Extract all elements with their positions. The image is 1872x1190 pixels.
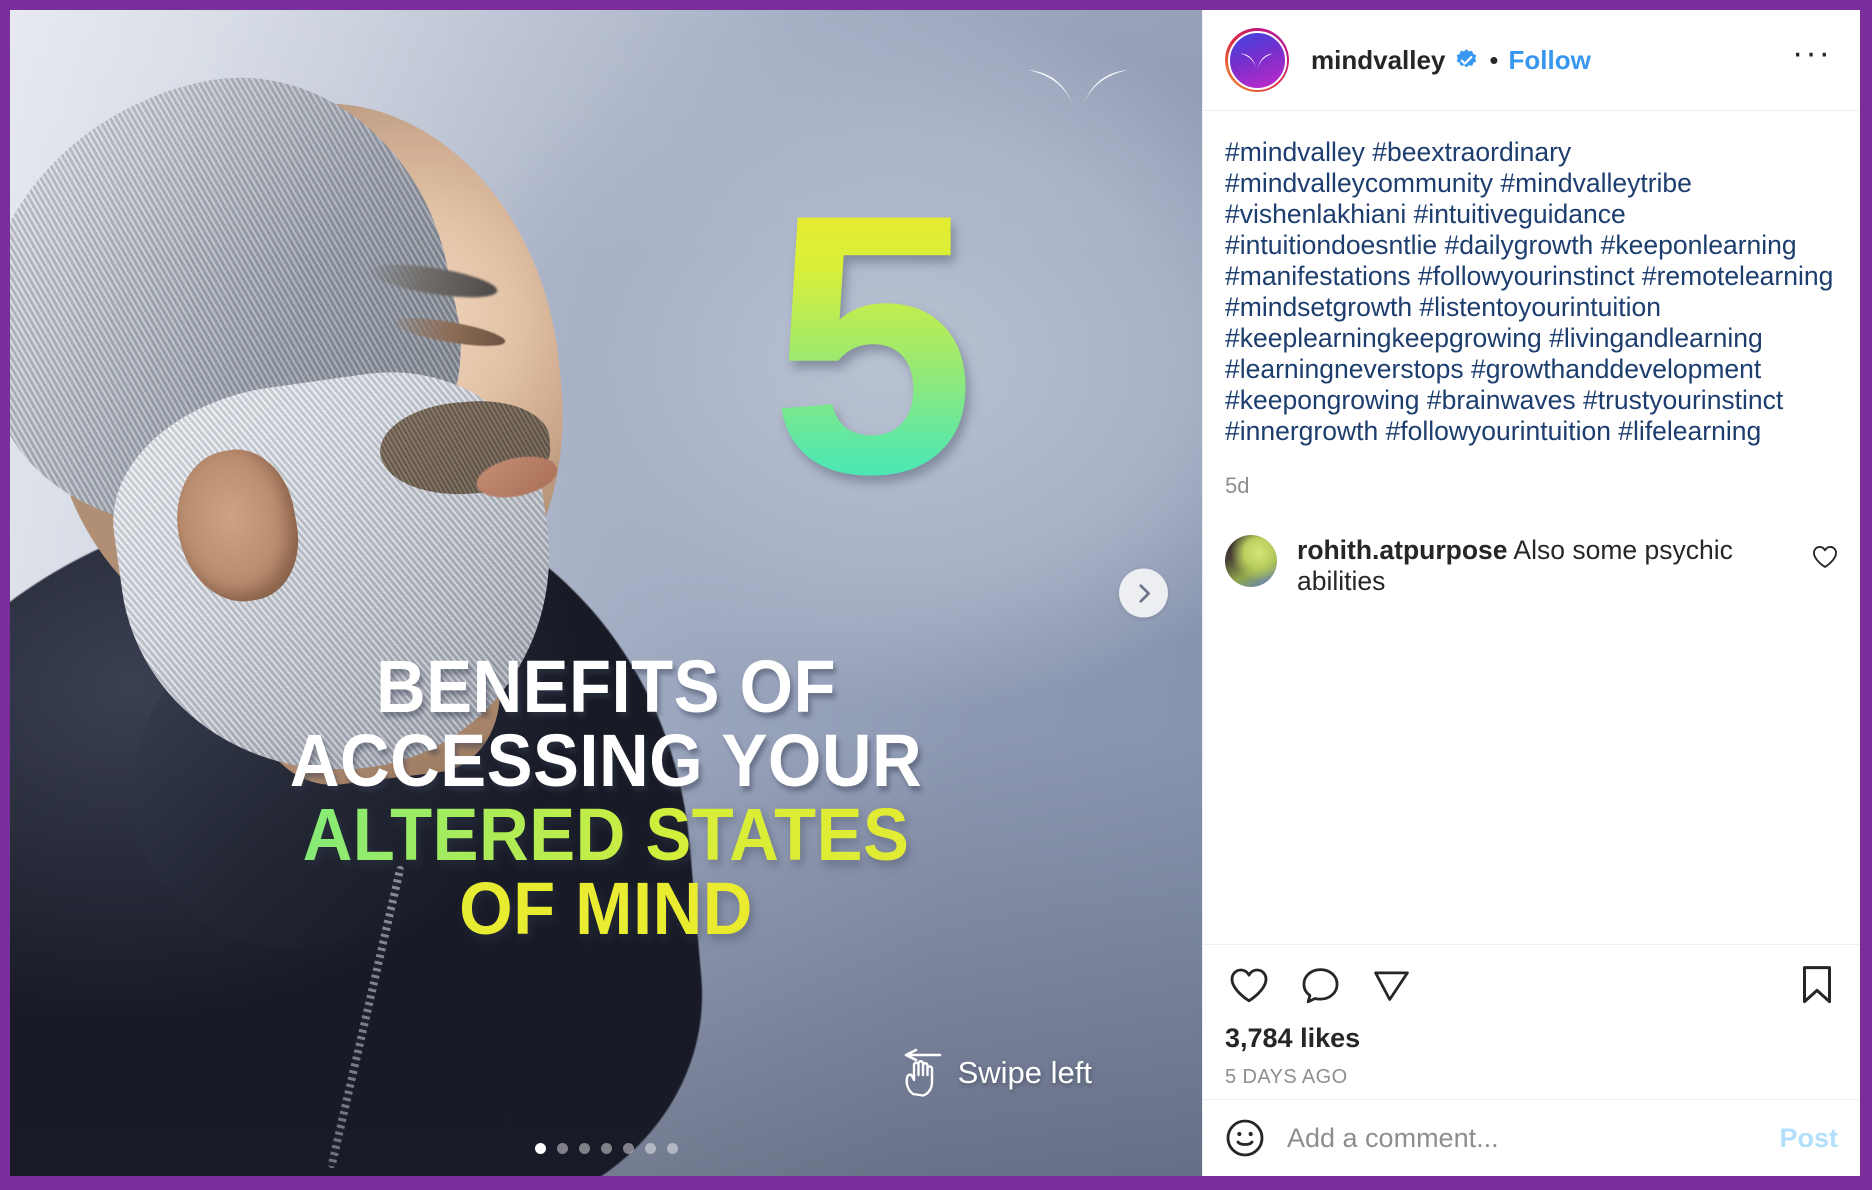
paper-plane-icon	[1374, 970, 1409, 1001]
comment-like-button[interactable]	[1812, 535, 1838, 574]
commenter-avatar[interactable]	[1225, 535, 1277, 587]
chevron-right-icon	[1138, 583, 1150, 603]
emoji-smiley-icon	[1226, 1119, 1264, 1157]
add-comment-input[interactable]	[1287, 1122, 1758, 1154]
swipe-left-hand-icon	[904, 1048, 941, 1097]
comment-button[interactable]	[1297, 962, 1344, 1009]
headline-line-1: BENEFITS OF	[375, 645, 837, 728]
carousel-dot[interactable]	[534, 1143, 546, 1154]
photo-vignette	[10, 10, 1202, 1176]
carousel-dot[interactable]	[578, 1143, 590, 1154]
carousel-dot[interactable]	[622, 1143, 634, 1154]
follow-button[interactable]: Follow	[1509, 45, 1591, 76]
carousel-next-button[interactable]	[1119, 568, 1168, 618]
headline-number: 5	[770, 138, 976, 551]
emoji-picker-button[interactable]	[1225, 1118, 1265, 1158]
caption-and-comments-scroll[interactable]: #mindvalley #beextraordinary #mindvalley…	[1203, 111, 1860, 944]
heart-outline-icon	[1813, 546, 1837, 568]
caption-hashtags[interactable]: #mindvalley #beextraordinary #mindvalley…	[1225, 137, 1838, 447]
post-age: 5 DAYS AGO	[1225, 1066, 1348, 1088]
headline-line-2: ACCESSING YOUR	[289, 719, 923, 802]
mindvalley-wing-avatar-icon	[1240, 53, 1274, 71]
comment-text: rohith.atpurpose Also some psychic abili…	[1297, 535, 1792, 598]
mindvalley-wing-logo-icon	[1028, 70, 1128, 114]
share-button[interactable]	[1368, 962, 1415, 1009]
header-meta: mindvalley • Follow	[1311, 45, 1786, 76]
headline-line-4: OF MIND	[52, 872, 1161, 946]
headline-line-3: ALTERED STATES	[52, 798, 1161, 872]
header-separator: •	[1489, 45, 1499, 75]
carousel-dot[interactable]	[556, 1143, 568, 1154]
action-icon-row	[1225, 961, 1838, 1009]
swipe-hint-label: Swipe left	[957, 1055, 1092, 1090]
carousel-dot[interactable]	[666, 1143, 678, 1154]
headline-text-block: BENEFITS OF ACCESSING YOUR ALTERED STATE…	[10, 650, 1202, 946]
bookmark-outline-icon	[1803, 966, 1831, 1004]
swipe-left-hint: Swipe left	[900, 1048, 1092, 1098]
carousel-indicator[interactable]	[10, 1143, 1202, 1154]
post-action-bar: 3,784 likes 5 DAYS AGO	[1203, 944, 1860, 1099]
post-comment-button[interactable]: Post	[1779, 1123, 1838, 1154]
carousel-dot[interactable]	[644, 1143, 656, 1154]
caption-timestamp: 5d	[1225, 473, 1250, 498]
post-sidebar: mindvalley • Follow ··· #mindvalley #bee…	[1202, 10, 1860, 1176]
commenter-username[interactable]: rohith.atpurpose	[1297, 535, 1508, 565]
instagram-post-window: 5 BENEFITS OF ACCESSING YOUR ALTERED STA…	[0, 0, 1872, 1190]
carousel-dot[interactable]	[600, 1143, 612, 1154]
like-button[interactable]	[1225, 963, 1273, 1008]
comment-item: rohith.atpurpose Also some psychic abili…	[1225, 531, 1838, 608]
speech-bubble-icon	[1302, 967, 1339, 1003]
avatar-inner	[1227, 30, 1287, 90]
post-card: 5 BENEFITS OF ACCESSING YOUR ALTERED STA…	[10, 10, 1860, 1176]
account-avatar[interactable]	[1225, 28, 1289, 92]
verified-badge-icon	[1454, 48, 1479, 73]
comment-list: rohith.atpurpose Also some psychic abili…	[1225, 531, 1838, 608]
more-options-button[interactable]: ···	[1786, 36, 1838, 76]
add-comment-bar: Post	[1203, 1099, 1860, 1176]
likes-count[interactable]: 3,784 likes	[1225, 1023, 1838, 1054]
account-name[interactable]: mindvalley	[1311, 45, 1445, 76]
save-button[interactable]	[1796, 961, 1838, 1009]
heart-outline-icon	[1230, 968, 1268, 1002]
post-header: mindvalley • Follow ···	[1203, 10, 1860, 111]
post-media-carousel[interactable]: 5 BENEFITS OF ACCESSING YOUR ALTERED STA…	[10, 10, 1202, 1176]
